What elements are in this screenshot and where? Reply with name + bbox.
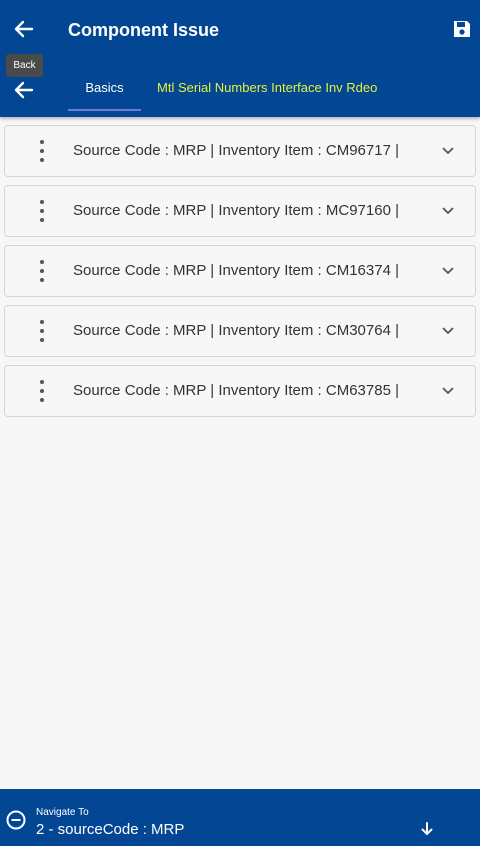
back-arrow-icon xyxy=(14,20,34,38)
arrow-down-icon[interactable] xyxy=(420,821,434,837)
kebab-menu-icon[interactable] xyxy=(32,380,52,402)
record-list: Source Code : MRP | Inventory Item : CM9… xyxy=(4,125,476,425)
navigate-label: Navigate To xyxy=(36,807,89,818)
back-tooltip: Back xyxy=(6,54,43,77)
navigate-value[interactable]: 2 - sourceCode : MRP xyxy=(36,821,184,838)
chevron-down-icon[interactable] xyxy=(441,144,455,158)
chevron-down-icon[interactable] xyxy=(441,204,455,218)
kebab-menu-icon[interactable] xyxy=(32,320,52,342)
tab-back-button[interactable] xyxy=(12,78,36,102)
page-title: Component Issue xyxy=(68,20,220,40)
tab-bar: Basics Mtl Serial Numbers Interface Inv … xyxy=(0,61,480,117)
list-item-text: Source Code : MRP | Inventory Item : MC9… xyxy=(73,202,399,219)
tab-mtl-serial-numbers[interactable]: Mtl Serial Numbers Interface Inv Rdeo xyxy=(157,61,377,113)
kebab-menu-icon[interactable] xyxy=(32,260,52,282)
tab-active-indicator xyxy=(68,109,141,111)
tab-basics[interactable]: Basics xyxy=(68,61,141,113)
list-item[interactable]: Source Code : MRP | Inventory Item : MC9… xyxy=(4,185,476,237)
back-button[interactable] xyxy=(12,17,36,41)
list-item-text: Source Code : MRP | Inventory Item : CM9… xyxy=(73,142,399,159)
list-item-text: Source Code : MRP | Inventory Item : CM6… xyxy=(73,382,399,399)
list-item-text: Source Code : MRP | Inventory Item : CM3… xyxy=(73,322,399,339)
kebab-menu-icon[interactable] xyxy=(32,200,52,222)
chevron-down-icon[interactable] xyxy=(441,324,455,338)
chevron-down-icon[interactable] xyxy=(441,384,455,398)
app-header: Component Issue xyxy=(0,0,480,61)
kebab-menu-icon[interactable] xyxy=(32,140,52,162)
list-item[interactable]: Source Code : MRP | Inventory Item : CM1… xyxy=(4,245,476,297)
list-item[interactable]: Source Code : MRP | Inventory Item : CM6… xyxy=(4,365,476,417)
minus-circle-icon[interactable] xyxy=(6,810,26,830)
list-item-text: Source Code : MRP | Inventory Item : CM1… xyxy=(73,262,399,279)
save-button[interactable] xyxy=(451,18,473,40)
back-arrow-icon xyxy=(14,81,34,99)
navigate-bar: Navigate To 2 - sourceCode : MRP xyxy=(0,789,480,846)
list-item[interactable]: Source Code : MRP | Inventory Item : CM3… xyxy=(4,305,476,357)
save-icon xyxy=(454,21,470,37)
chevron-down-icon[interactable] xyxy=(441,264,455,278)
list-item[interactable]: Source Code : MRP | Inventory Item : CM9… xyxy=(4,125,476,177)
